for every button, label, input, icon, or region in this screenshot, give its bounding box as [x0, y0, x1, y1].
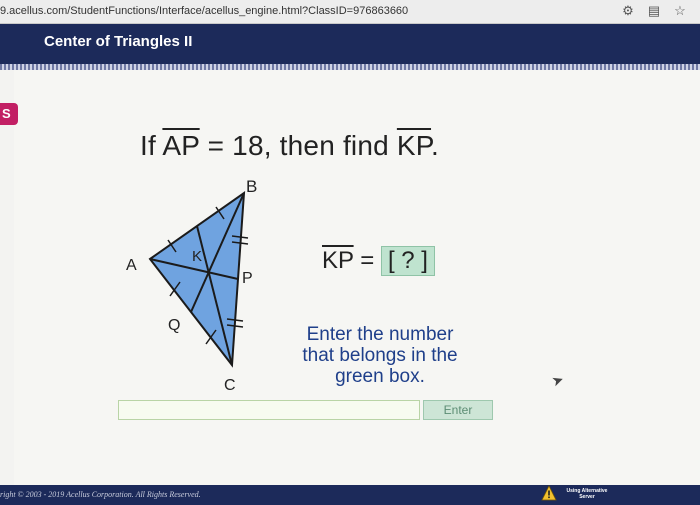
footer-bar: right © 2003 - 2019 Acellus Corporation.… — [0, 485, 700, 505]
answer-green-box: [ ? ] — [380, 246, 435, 276]
lesson-title: Center of Triangles II — [44, 33, 193, 50]
browser-toolbar-icons: ⚙ ▤ ☆ — [620, 3, 688, 19]
question-prefix: If — [140, 130, 163, 161]
answer-equals: = — [353, 247, 381, 274]
instructions-text: Enter the number that belongs in the gre… — [302, 324, 458, 387]
enter-button[interactable]: Enter — [423, 400, 493, 420]
triangle-abc — [148, 190, 246, 368]
label-a: A — [126, 257, 137, 274]
label-q: Q — [168, 317, 180, 334]
label-c: C — [224, 377, 236, 394]
side-tab[interactable]: S — [0, 103, 18, 125]
label-b: B — [246, 177, 257, 196]
label-k: K — [192, 248, 202, 265]
question-text: If AP = 18, then find KP. — [140, 130, 439, 162]
puzzle-icon[interactable]: ⚙ — [620, 3, 636, 19]
reader-icon[interactable]: ▤ — [646, 3, 662, 19]
answer-equation: KP = [ ? ] — [322, 246, 435, 276]
star-icon[interactable]: ☆ — [672, 3, 688, 19]
lesson-header: Center of Triangles II — [0, 24, 700, 64]
warning-icon[interactable] — [541, 485, 557, 501]
label-p: P — [242, 270, 253, 287]
question-suffix: . — [431, 130, 440, 161]
segment-ap: AP — [162, 130, 200, 161]
copyright-text: right © 2003 - 2019 Acellus Corporation.… — [0, 490, 201, 499]
alternative-server-label[interactable]: Using Alternative Server — [563, 488, 611, 500]
triangle-figure: A B C K P Q — [126, 177, 257, 394]
segment-kp: KP — [396, 130, 432, 161]
url-text[interactable]: 9.acellus.com/StudentFunctions/Interface… — [0, 5, 408, 17]
answer-segment: KP — [322, 247, 354, 274]
answer-input[interactable] — [118, 400, 420, 420]
browser-address-bar[interactable]: 9.acellus.com/StudentFunctions/Interface… — [0, 0, 700, 24]
question-mid: = 18, then find — [199, 130, 397, 161]
